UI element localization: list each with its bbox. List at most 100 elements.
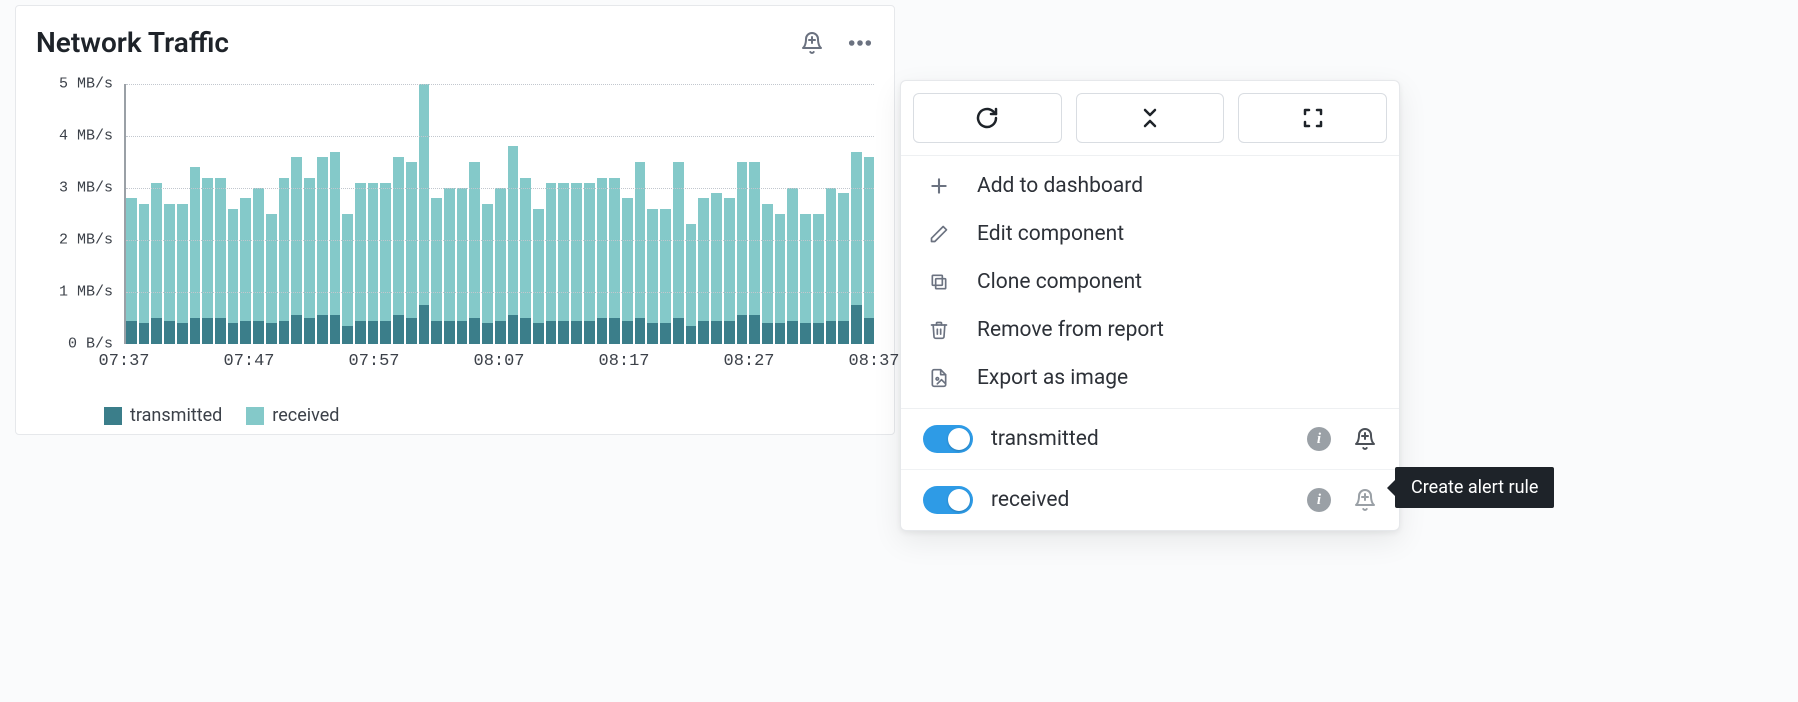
- bar-slot: [762, 84, 773, 344]
- x-axis: 07:3707:4707:5708:0708:1708:2708:37: [124, 346, 874, 376]
- bar-transmitted: [393, 315, 404, 344]
- bar-transmitted: [800, 323, 811, 344]
- alert-bell-add-icon[interactable]: [1353, 488, 1377, 512]
- bar-transmitted: [406, 318, 417, 344]
- tooltip-text: Create alert rule: [1411, 477, 1538, 498]
- refresh-button[interactable]: [913, 93, 1062, 143]
- bar-transmitted: [431, 321, 442, 344]
- more-options-icon[interactable]: [848, 31, 872, 55]
- y-tick-label: 3 MB/s: [36, 180, 121, 197]
- bar-slot: [851, 84, 862, 344]
- bar-slot: [622, 84, 633, 344]
- series-row-received: received i: [901, 469, 1399, 530]
- bar-slot: [393, 84, 404, 344]
- info-icon[interactable]: i: [1307, 488, 1331, 512]
- bar-slot: [266, 84, 277, 344]
- bar-transmitted: [126, 321, 137, 344]
- bar-transmitted: [469, 318, 480, 344]
- x-tick-label: 08:37: [848, 352, 899, 371]
- chart-bars: [126, 84, 874, 344]
- copy-icon: [927, 270, 951, 294]
- bar-transmitted: [164, 321, 175, 344]
- bar-slot: [253, 84, 264, 344]
- bar-slot: [787, 84, 798, 344]
- context-series-list: transmitted i received i: [901, 409, 1399, 530]
- bar-slot: [546, 84, 557, 344]
- image-file-icon: [927, 366, 951, 390]
- collapse-button[interactable]: [1076, 93, 1225, 143]
- series-transmitted-icons: i: [1307, 427, 1377, 451]
- bar-slot: [355, 84, 366, 344]
- bar-transmitted: [266, 323, 277, 344]
- bar-slot: [533, 84, 544, 344]
- bar-transmitted: [647, 323, 658, 344]
- bar-slot: [177, 84, 188, 344]
- bar-transmitted: [520, 318, 531, 344]
- bar-slot: [164, 84, 175, 344]
- bar-slot: [673, 84, 684, 344]
- bar-transmitted: [597, 318, 608, 344]
- bar-slot: [647, 84, 658, 344]
- bar-slot: [711, 84, 722, 344]
- panel-title: Network Traffic: [36, 26, 229, 59]
- bar-received: [635, 162, 646, 344]
- bar-slot: [826, 84, 837, 344]
- bar-slot: [724, 84, 735, 344]
- bar-transmitted: [177, 323, 188, 344]
- edit-component-item[interactable]: Edit component: [901, 210, 1399, 258]
- bar-transmitted: [673, 318, 684, 344]
- bar-slot: [406, 84, 417, 344]
- swatch-received: [246, 407, 264, 425]
- bar-received: [469, 162, 480, 344]
- alert-bell-add-icon[interactable]: [800, 31, 824, 55]
- bar-slot: [151, 84, 162, 344]
- bar-slot: [749, 84, 760, 344]
- bar-transmitted: [291, 315, 302, 344]
- fullscreen-button[interactable]: [1238, 93, 1387, 143]
- bar-transmitted: [711, 321, 722, 344]
- bar-slot: [215, 84, 226, 344]
- add-to-dashboard-label: Add to dashboard: [977, 174, 1143, 198]
- grid-line: [126, 292, 874, 293]
- legend-received[interactable]: received: [246, 405, 339, 426]
- series-received-label: received: [991, 488, 1289, 512]
- bar-slot: [126, 84, 137, 344]
- panel-header-icons: [800, 31, 874, 55]
- y-tick-label: 5 MB/s: [36, 76, 121, 93]
- bar-slot: [838, 84, 849, 344]
- bar-slot: [864, 84, 875, 344]
- bar-transmitted: [139, 323, 150, 344]
- bar-slot: [317, 84, 328, 344]
- toggle-received[interactable]: [923, 486, 973, 514]
- network-traffic-panel: Network Traffic 0 B/s1 MB/s2 MB/s3 MB/s4…: [15, 5, 895, 435]
- add-to-dashboard-item[interactable]: Add to dashboard: [901, 162, 1399, 210]
- bar-transmitted: [279, 321, 290, 344]
- bar-transmitted: [864, 318, 875, 344]
- x-tick-label: 08:27: [723, 352, 774, 371]
- grid-line: [126, 84, 874, 85]
- bar-received: [279, 178, 290, 344]
- legend-received-label: received: [272, 405, 339, 426]
- toggle-transmitted[interactable]: [923, 425, 973, 453]
- export-as-image-label: Export as image: [977, 366, 1128, 390]
- legend-transmitted[interactable]: transmitted: [104, 405, 222, 426]
- bar-transmitted: [495, 321, 506, 344]
- bar-slot: [419, 84, 430, 344]
- edit-component-label: Edit component: [977, 222, 1124, 246]
- info-icon[interactable]: i: [1307, 427, 1331, 451]
- bar-slot: [520, 84, 531, 344]
- remove-from-report-item[interactable]: Remove from report: [901, 306, 1399, 354]
- bar-transmitted: [571, 321, 582, 344]
- export-as-image-item[interactable]: Export as image: [901, 354, 1399, 402]
- bar-transmitted: [304, 318, 315, 344]
- bar-transmitted: [482, 323, 493, 344]
- swatch-transmitted: [104, 407, 122, 425]
- bar-slot: [380, 84, 391, 344]
- bar-slot: [698, 84, 709, 344]
- bar-transmitted: [749, 315, 760, 344]
- bar-slot: [330, 84, 341, 344]
- clone-component-item[interactable]: Clone component: [901, 258, 1399, 306]
- grid-line: [126, 240, 874, 241]
- bar-slot: [660, 84, 671, 344]
- alert-bell-add-icon[interactable]: [1353, 427, 1377, 451]
